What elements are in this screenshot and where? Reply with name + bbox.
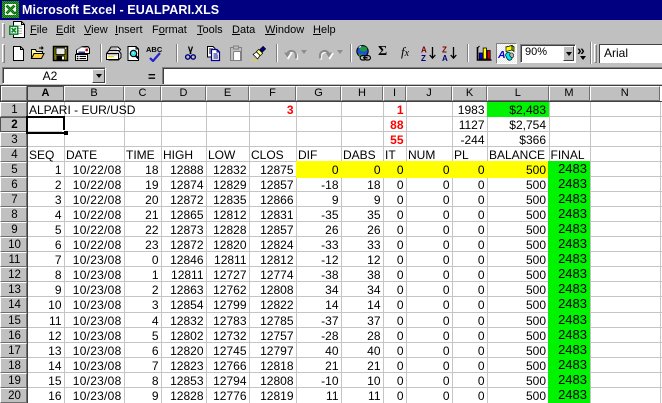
svg-text:A: A	[442, 54, 448, 62]
svg-text:ABC: ABC	[146, 45, 163, 54]
svg-text:Z: Z	[421, 54, 426, 62]
svg-text:A: A	[498, 49, 506, 61]
